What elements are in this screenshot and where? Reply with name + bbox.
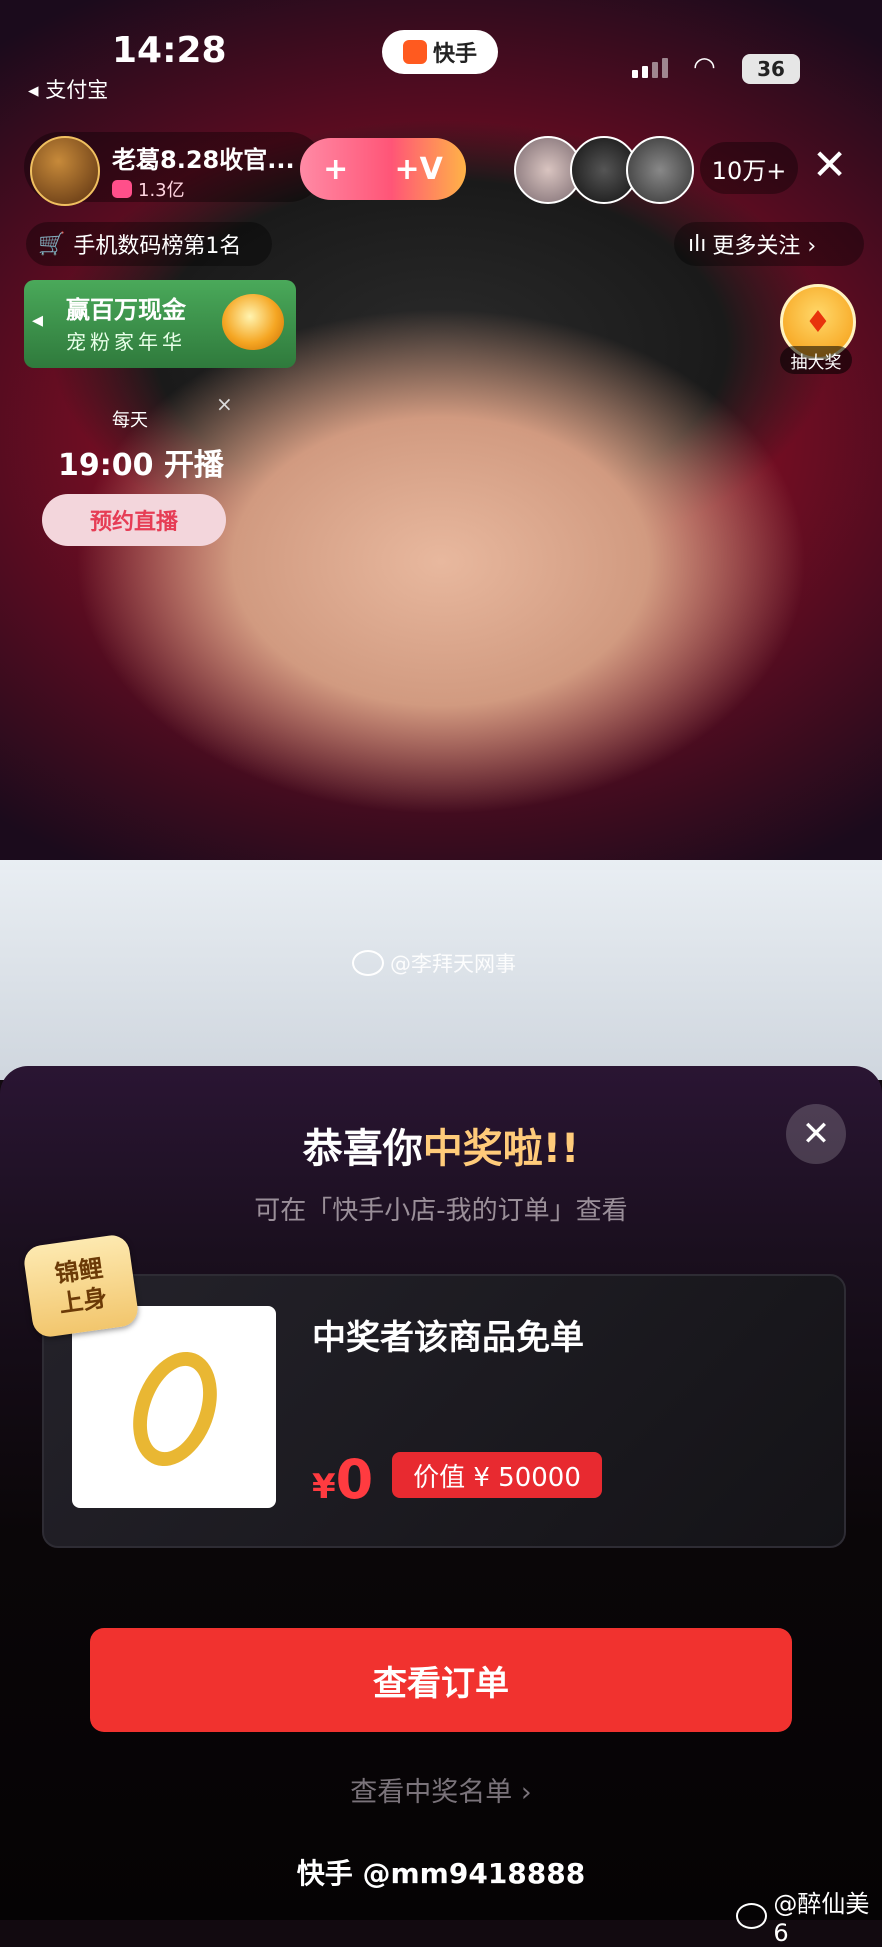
cart-icon: 🛒	[38, 231, 66, 257]
congrats-highlight: 中奖啦!!	[422, 1126, 580, 1172]
price-value: 0	[335, 1448, 374, 1511]
prize-title: 中奖者该商品免单	[312, 1318, 584, 1358]
bars-icon: ılı	[688, 231, 707, 257]
weibo-icon	[352, 950, 384, 976]
back-to-app-link[interactable]: ◂ 支付宝	[28, 74, 108, 104]
rank-badge[interactable]: 🛒 手机数码榜第1名	[26, 222, 272, 266]
view-order-button[interactable]: 查看订单	[90, 1628, 792, 1732]
more-follow-label: 更多关注 ›	[712, 234, 817, 259]
close-live-icon[interactable]: ✕	[812, 144, 847, 186]
sheet-subtitle: 可在「快手小店-我的订单」查看	[254, 1196, 628, 1226]
lucky-badge: 锦鲤 上身	[22, 1233, 140, 1339]
anchor-name: 老葛8.28收官...	[112, 146, 295, 174]
lottery-label[interactable]: 抽大奖	[780, 346, 852, 374]
follow-v-label: +V	[394, 151, 443, 187]
follow-button[interactable]: + +V	[300, 138, 466, 200]
price-currency: ¥	[312, 1467, 336, 1507]
promo-collapse-icon[interactable]: ◂	[32, 308, 43, 333]
gold-heart-icon	[222, 294, 284, 350]
schedule-close-icon[interactable]: ×	[216, 392, 233, 416]
weibo-icon	[736, 1902, 768, 1929]
promo-subtitle: 宠粉家年华	[66, 330, 186, 354]
heart-icon	[112, 180, 132, 198]
weibo-footer-text: @醉仙美6	[773, 1890, 870, 1947]
weibo-watermark: @李拜天网事	[352, 948, 516, 978]
anchor-avatar[interactable]	[30, 136, 100, 206]
lucky-badge-line2: 上身	[57, 1283, 109, 1319]
wifi-icon: ◠	[693, 52, 716, 82]
weibo-watermark-text: @李拜天网事	[390, 952, 516, 976]
top-viewers[interactable]	[514, 136, 694, 204]
battery-indicator: 36	[742, 54, 800, 84]
kuaishou-logo-icon	[402, 40, 427, 64]
viewer-avatar[interactable]	[626, 136, 694, 204]
rank-text: 手机数码榜第1名	[73, 234, 242, 259]
congrats-prefix: 恭喜你	[302, 1126, 423, 1172]
anchor-likes-count: 1.3亿	[138, 180, 185, 201]
prize-price: ¥0	[312, 1448, 373, 1511]
schedule-time: 19:00 开播	[58, 448, 224, 483]
anchor-likes: 1.3亿	[112, 176, 185, 202]
reserve-live-button[interactable]: 预约直播	[42, 494, 226, 546]
value-tag: 价值 ¥ 50000	[392, 1452, 602, 1498]
sheet-close-icon[interactable]: ✕	[786, 1104, 846, 1164]
more-follow-button[interactable]: ılı 更多关注 ›	[674, 222, 864, 266]
schedule-daily: 每天	[112, 410, 148, 431]
signal-icon	[632, 58, 668, 78]
congrats-title: 恭喜你中奖啦!!	[0, 1116, 882, 1174]
weibo-footer-watermark: @醉仙美6	[736, 1884, 882, 1947]
promo-title: 赢百万现金	[66, 296, 186, 324]
follow-plus-icon: +	[323, 151, 349, 187]
view-winners-link[interactable]: 查看中奖名单 ›	[0, 1770, 882, 1809]
kuaishou-pill: 快手	[382, 30, 498, 74]
viewer-count[interactable]: 10万+	[700, 142, 798, 194]
status-time: 14:28	[112, 30, 227, 71]
kuaishou-pill-label: 快手	[432, 42, 477, 67]
